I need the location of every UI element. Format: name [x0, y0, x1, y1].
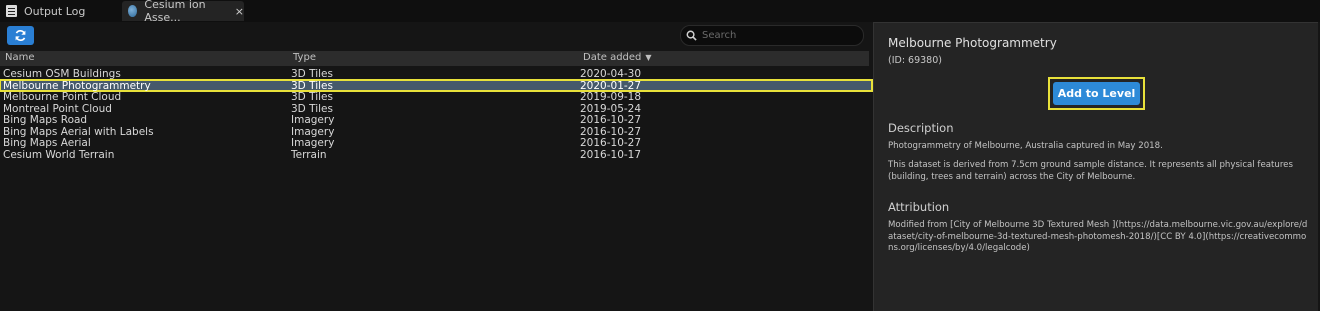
table-row[interactable]: Bing Maps Aerial Imagery 2016-10-27: [0, 137, 872, 149]
attribution-heading: Attribution: [888, 200, 950, 214]
asset-title: Melbourne Photogrammetry: [888, 36, 1057, 50]
table-row[interactable]: Bing Maps Aerial with Labels Imagery 2016-…: [0, 126, 872, 138]
column-header-name[interactable]: Name: [5, 52, 35, 63]
asset-name: Melbourne Photogrammetry: [3, 79, 151, 92]
asset-type: 3D Tiles: [291, 91, 333, 103]
column-header-type[interactable]: Type: [293, 52, 316, 63]
asset-name: Bing Maps Aerial with Labels: [3, 125, 154, 138]
asset-details-panel: Melbourne Photogrammetry (ID: 69380) Add…: [873, 22, 1318, 311]
globe-icon: [128, 5, 138, 17]
table-row[interactable]: Bing Maps Road Imagery 2016-10-27: [0, 114, 872, 126]
description-text: This dataset is derived from 7.5cm groun…: [888, 160, 1293, 182]
asset-type: Imagery: [291, 114, 335, 126]
asset-date: 2019-09-18: [580, 91, 642, 103]
search-box[interactable]: [680, 25, 864, 46]
asset-id: (ID: 69380): [888, 55, 942, 66]
asset-date: 2019-05-24: [580, 102, 642, 115]
asset-date: 2020-04-30: [580, 68, 642, 80]
asset-type: Terrain: [291, 148, 327, 161]
asset-type: 3D Tiles: [291, 68, 333, 80]
asset-name: Bing Maps Road: [3, 114, 88, 126]
refresh-button[interactable]: [7, 26, 34, 45]
asset-name: Bing Maps Aerial: [3, 137, 91, 149]
sort-descending-icon: ▼: [645, 53, 652, 62]
table-row[interactable]: Montreal Point Cloud 3D Tiles 2019-05-24: [0, 103, 872, 115]
table-row[interactable]: Melbourne Point Cloud 3D Tiles 2019-09-18: [0, 91, 872, 103]
asset-date: 2016-10-27: [580, 137, 642, 149]
table-row-selected[interactable]: Melbourne Photogrammetry 3D Tiles 2020-01-…: [0, 78, 873, 92]
asset-date: 2016-10-17: [580, 148, 642, 161]
asset-type: 3D Tiles: [291, 79, 333, 92]
asset-name: Cesium World Terrain: [3, 148, 115, 161]
asset-name: Melbourne Point Cloud: [3, 91, 122, 103]
column-header-date-added[interactable]: Date added ▼: [583, 52, 652, 63]
table-row[interactable]: Cesium OSM Buildings 3D Tiles 2020-04-30: [0, 68, 872, 80]
asset-type: 3D Tiles: [291, 102, 333, 115]
tab-cesium-ion-assets[interactable]: Cesium ion Asse... ×: [122, 0, 244, 24]
asset-date: 2016-10-27: [580, 114, 642, 126]
search-icon: [686, 30, 697, 41]
asset-table: Cesium OSM Buildings 3D Tiles 2020-04-30 M…: [0, 68, 873, 161]
tab-label: Cesium ion Asse...: [144, 0, 206, 24]
description-text: Photogrammetry of Melbourne, Australia c…: [888, 141, 1163, 151]
asset-name: Montreal Point Cloud: [3, 102, 112, 115]
asset-type: Imagery: [291, 137, 335, 149]
column-header-label: Date added: [583, 52, 642, 63]
tab-bar: Output Log Cesium ion Asse... ×: [0, 0, 1320, 24]
close-icon[interactable]: ×: [235, 5, 244, 18]
tab-label: Output Log: [24, 4, 86, 18]
add-to-level-button[interactable]: Add to Level: [1053, 82, 1140, 105]
description-heading: Description: [888, 121, 954, 135]
table-row[interactable]: Cesium World Terrain Terrain 2016-10-17: [0, 149, 872, 161]
search-input[interactable]: [702, 30, 852, 41]
attribution-text: Modified from [City of Melbourne 3D Text…: [888, 220, 1308, 253]
asset-list-panel: Name Type Date added▼ Cesium OSM Buildin…: [0, 22, 873, 311]
asset-date: 2016-10-27: [580, 125, 642, 138]
table-header: Name Type Date added ▼: [0, 51, 869, 66]
asset-name: Cesium OSM Buildings: [3, 68, 121, 80]
tab-output-log[interactable]: Output Log: [6, 1, 118, 21]
asset-date: 2020-01-27: [580, 79, 642, 92]
log-icon: [6, 5, 17, 17]
add-to-level-highlight: Add to Level: [1048, 77, 1145, 110]
refresh-icon: [15, 30, 26, 41]
asset-type: Imagery: [291, 125, 335, 138]
